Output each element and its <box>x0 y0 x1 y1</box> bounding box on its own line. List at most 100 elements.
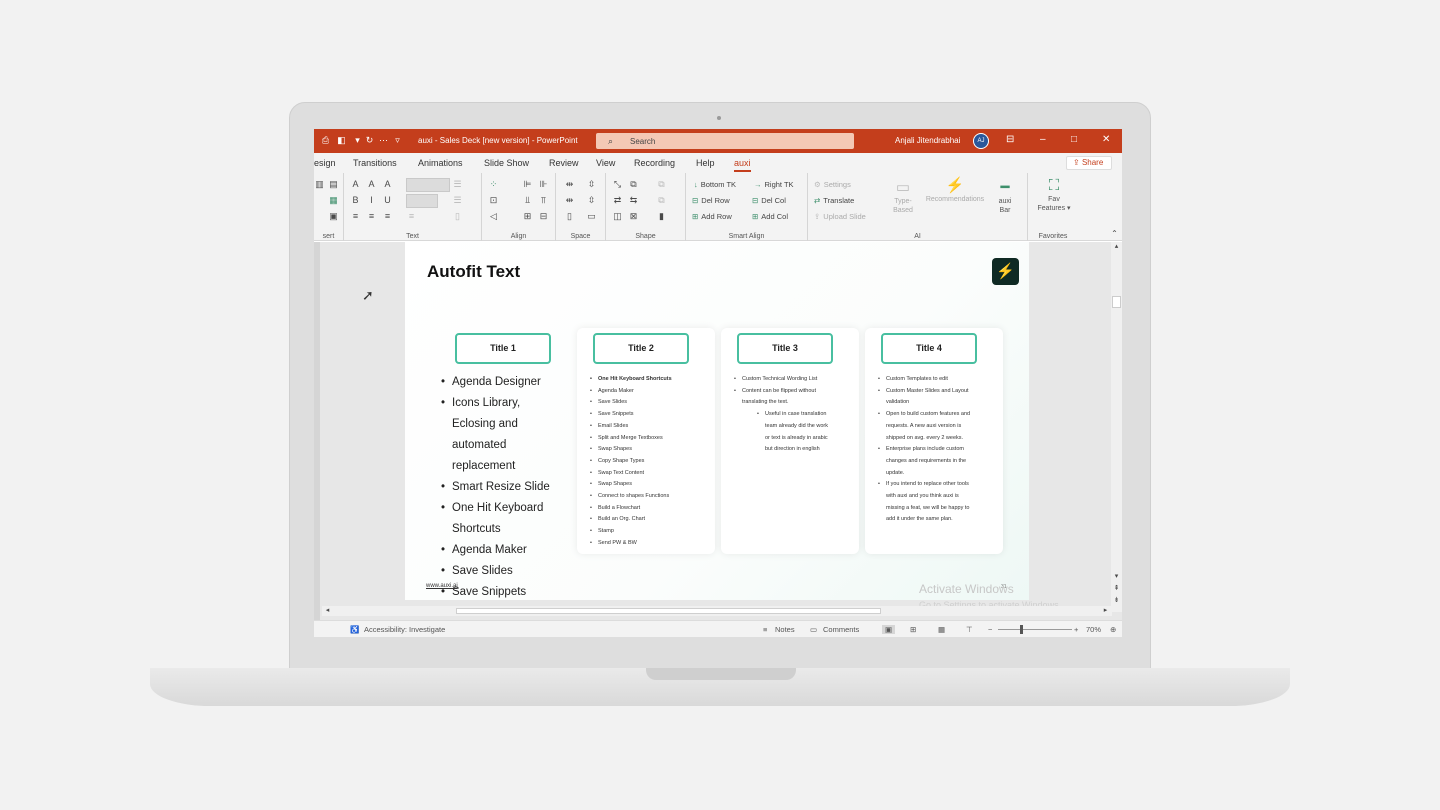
align-center-vert-icon[interactable]: ⊟ <box>538 211 549 221</box>
tab-help[interactable]: Help <box>696 158 715 168</box>
maximize-icon[interactable]: □ <box>1071 135 1077 145</box>
share-button[interactable]: ⇪ Share <box>1066 156 1112 170</box>
auxi-bar-button[interactable]: ━ auxi Bar <box>986 179 1024 215</box>
card-3[interactable]: Title 3 Custom Technical Wording ListCon… <box>721 328 859 554</box>
settings-button[interactable]: ⚙ Settings <box>814 180 851 189</box>
add-col-button[interactable]: ⊞ Add Col <box>752 212 788 221</box>
tab-slide-show[interactable]: Slide Show <box>484 158 529 168</box>
ungroup-icon[interactable]: ⧉ <box>656 195 667 205</box>
close-icon[interactable]: ✕ <box>1102 135 1110 145</box>
translate-button[interactable]: ⇄ Translate <box>814 196 854 205</box>
card-4-list[interactable]: Custom Templates to editCustom Master Sl… <box>877 374 999 526</box>
slide-title[interactable]: Autofit Text <box>427 262 520 282</box>
textbox-icon[interactable]: ▣ <box>328 211 339 221</box>
next-slide-icon[interactable]: ⇟ <box>1111 596 1122 606</box>
group-shapes-icon[interactable]: ⧉ <box>656 179 667 189</box>
zoom-out-icon[interactable]: − <box>988 625 992 634</box>
theme-icon[interactable]: ◧ <box>336 135 347 146</box>
zoom-slider-thumb[interactable] <box>1020 625 1024 634</box>
align-bottom-icon[interactable]: ⫫ <box>522 195 533 205</box>
scroll-right-icon[interactable]: ▸ <box>1100 606 1111 616</box>
space-equal-v-icon[interactable]: ⇳ <box>586 195 597 205</box>
reading-view-icon[interactable]: ▦ <box>938 625 945 634</box>
resize-shape-icon[interactable]: ⤡ <box>612 179 623 189</box>
stamp-icon[interactable]: ▮ <box>656 211 667 221</box>
align-top-icon[interactable]: ⫪ <box>538 195 549 205</box>
font-shrink-icon[interactable]: A <box>366 179 377 189</box>
print-icon[interactable]: ⎙ <box>320 135 331 146</box>
comments-button[interactable]: Comments <box>823 625 859 634</box>
space-remove-h-icon[interactable]: ▯ <box>564 211 575 221</box>
scroll-up-icon[interactable]: ▴ <box>1111 242 1122 252</box>
font-color-icon[interactable]: A <box>382 179 393 189</box>
fav-features-button[interactable]: ⛶ Fav Features ▾ <box>1032 177 1076 213</box>
align-right-icon[interactable]: ≡ <box>382 211 393 221</box>
card-title-2[interactable]: Title 2 <box>593 333 689 364</box>
customize-icon[interactable]: ▿ <box>392 135 403 146</box>
justify-icon[interactable]: ≡ <box>406 211 417 221</box>
horizontal-scrollbar[interactable]: ◂ ▸ <box>322 606 1112 616</box>
card-title-3[interactable]: Title 3 <box>737 333 833 364</box>
select-objects-icon[interactable]: ⁘ <box>488 179 499 189</box>
tab-recording[interactable]: Recording <box>634 158 675 168</box>
avatar[interactable]: AJ <box>973 133 989 149</box>
add-row-button[interactable]: ⊞ Add Row <box>692 212 732 221</box>
card-title-4[interactable]: Title 4 <box>881 333 977 364</box>
tab-design[interactable]: esign <box>314 158 336 168</box>
accessibility-status[interactable]: Accessibility: Investigate <box>364 625 445 634</box>
tab-auxi[interactable]: auxi <box>734 158 751 172</box>
bullets-icon[interactable]: ☰ <box>452 179 463 189</box>
align-right-edges-icon[interactable]: ⊪ <box>538 179 549 189</box>
space-vertical-icon[interactable]: ⇳ <box>586 179 597 189</box>
notes-button[interactable]: Notes <box>775 625 795 634</box>
card-title-1[interactable]: Title 1 <box>455 333 551 364</box>
zoom-level[interactable]: 70% <box>1086 625 1101 634</box>
tab-review[interactable]: Review <box>549 158 579 168</box>
slide-show-icon[interactable]: ⊤ <box>966 625 973 634</box>
slide-canvas[interactable]: Autofit Text ⚡ Title 1 Agenda DesignerIc… <box>405 242 1029 600</box>
card-2-list[interactable]: One Hit Keyboard ShortcutsAgenda MakerSa… <box>589 374 711 550</box>
more-icon[interactable]: ⋯ <box>378 135 389 146</box>
italic-icon[interactable]: I <box>366 195 377 205</box>
scroll-left-icon[interactable]: ◂ <box>322 606 333 616</box>
prev-slide-icon[interactable]: ⇞ <box>1111 584 1122 594</box>
type-based-button[interactable]: ▭ Type- Based <box>884 179 922 215</box>
del-col-button[interactable]: ⊟ Del Col <box>752 196 786 205</box>
fit-slide-icon[interactable]: ⊕ <box>1110 625 1116 634</box>
space-remove-v-icon[interactable]: ▭ <box>586 211 597 221</box>
bold-icon[interactable]: B <box>350 195 361 205</box>
numbering-icon[interactable]: ☰ <box>452 195 463 205</box>
space-horizontal-icon[interactable]: ⇹ <box>564 179 575 189</box>
zoom-slider[interactable] <box>998 629 1072 630</box>
tab-transitions[interactable]: Transitions <box>353 158 397 168</box>
user-name[interactable]: Anjali Jitendrabhai <box>895 136 960 145</box>
search-input[interactable]: ⌕ Search <box>596 133 854 149</box>
underline-icon[interactable]: U <box>382 195 393 205</box>
flowchart-icon[interactable]: ◫ <box>612 211 623 221</box>
upload-slide-button[interactable]: ⇪ Upload Slide <box>814 212 866 221</box>
connect-shapes-icon[interactable]: ⇆ <box>628 195 639 205</box>
tab-view[interactable]: View <box>596 158 615 168</box>
columns-icon[interactable]: ▯ <box>452 211 463 221</box>
font-size-box[interactable] <box>406 194 438 208</box>
dropdown-icon[interactable]: ▾ <box>352 135 363 146</box>
del-row-button[interactable]: ⊟ Del Row <box>692 196 730 205</box>
slide-sorter-icon[interactable]: ⊞ <box>910 625 916 634</box>
card-3-list[interactable]: Custom Technical Wording ListContent can… <box>733 374 855 456</box>
swap-shapes-icon[interactable]: ⇄ <box>612 195 623 205</box>
horizontal-scroll-thumb[interactable] <box>456 608 881 614</box>
normal-view-icon[interactable]: ▣ <box>882 625 896 634</box>
redo-icon[interactable]: ↻ <box>364 135 375 146</box>
table-icon[interactable]: ▦ <box>328 195 339 205</box>
align-center-icon[interactable]: ≡ <box>366 211 377 221</box>
bottom-tk-button[interactable]: ↓ Bottom TK <box>694 180 736 189</box>
align-to-icon[interactable]: ⊡ <box>488 195 499 205</box>
collapse-ribbon-icon[interactable]: ⌃ <box>1109 229 1120 239</box>
tag-icon[interactable]: ◁ <box>488 211 499 221</box>
zoom-in-icon[interactable]: + <box>1074 625 1078 634</box>
ribbon-display-icon[interactable]: ⊟ <box>1006 135 1014 145</box>
bar-chart-icon[interactable]: ▤ <box>328 179 339 189</box>
space-equal-h-icon[interactable]: ⇹ <box>564 195 575 205</box>
align-left-icon[interactable]: ≡ <box>350 211 361 221</box>
align-left-edges-icon[interactable]: ⊫ <box>522 179 533 189</box>
